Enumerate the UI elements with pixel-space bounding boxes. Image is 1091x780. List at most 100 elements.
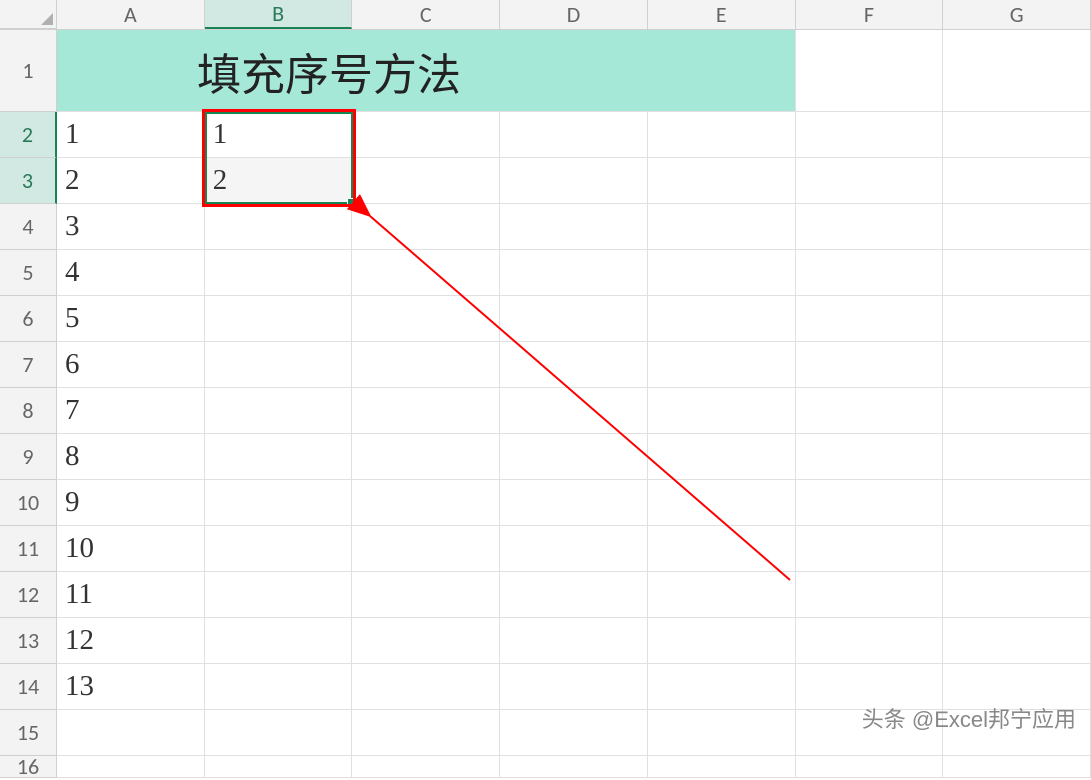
cell-g9[interactable] (943, 434, 1091, 480)
cell-d2[interactable] (500, 112, 648, 158)
cell-b9[interactable] (205, 434, 353, 480)
col-header-a[interactable]: A (57, 0, 205, 29)
cell-b13[interactable] (205, 618, 353, 664)
cell-f10[interactable] (796, 480, 944, 526)
cell-e9[interactable] (648, 434, 796, 480)
cell-e8[interactable] (648, 388, 796, 434)
row-header-5[interactable]: 5 (0, 250, 57, 296)
col-header-b[interactable]: B (205, 0, 353, 29)
cell-a6[interactable]: 5 (57, 296, 205, 342)
cell-g13[interactable] (943, 618, 1091, 664)
cell-f9[interactable] (796, 434, 944, 480)
col-header-g[interactable]: G (943, 0, 1091, 29)
cell-d16[interactable] (500, 756, 648, 778)
cell-f5[interactable] (796, 250, 944, 296)
cell-g10[interactable] (943, 480, 1091, 526)
cell-e12[interactable] (648, 572, 796, 618)
cell-d4[interactable] (500, 204, 648, 250)
cell-g4[interactable] (943, 204, 1091, 250)
cell-e6[interactable] (648, 296, 796, 342)
cell-f3[interactable] (796, 158, 944, 204)
cell-b6[interactable] (205, 296, 353, 342)
cell-f2[interactable] (796, 112, 944, 158)
cell-c16[interactable] (352, 756, 500, 778)
cell-d8[interactable] (500, 388, 648, 434)
cell-c5[interactable] (352, 250, 500, 296)
col-header-d[interactable]: D (500, 0, 648, 29)
cell-c13[interactable] (352, 618, 500, 664)
col-header-f[interactable]: F (796, 0, 944, 29)
cell-a9[interactable]: 8 (57, 434, 205, 480)
cell-a10[interactable]: 9 (57, 480, 205, 526)
cell-a1-merged[interactable]: 填充序号方法 (57, 30, 796, 112)
cell-g7[interactable] (943, 342, 1091, 388)
cell-d11[interactable] (500, 526, 648, 572)
cell-d12[interactable] (500, 572, 648, 618)
cell-a12[interactable]: 11 (57, 572, 205, 618)
cell-c10[interactable] (352, 480, 500, 526)
cell-b11[interactable] (205, 526, 353, 572)
cell-f1[interactable] (796, 30, 944, 112)
row-header-13[interactable]: 13 (0, 618, 57, 664)
cell-d10[interactable] (500, 480, 648, 526)
cell-g5[interactable] (943, 250, 1091, 296)
row-header-16[interactable]: 16 (0, 756, 57, 778)
cell-f7[interactable] (796, 342, 944, 388)
row-header-12[interactable]: 12 (0, 572, 57, 618)
cell-e16[interactable] (648, 756, 796, 778)
cell-a4[interactable]: 3 (57, 204, 205, 250)
cell-b12[interactable] (205, 572, 353, 618)
cell-g11[interactable] (943, 526, 1091, 572)
cell-b2[interactable]: 1 (205, 112, 353, 158)
cell-b15[interactable] (205, 710, 353, 756)
cell-f11[interactable] (796, 526, 944, 572)
cell-a11[interactable]: 10 (57, 526, 205, 572)
row-header-7[interactable]: 7 (0, 342, 57, 388)
cell-e11[interactable] (648, 526, 796, 572)
cell-a14[interactable]: 13 (57, 664, 205, 710)
cell-g3[interactable] (943, 158, 1091, 204)
cell-b3[interactable]: 2 (205, 158, 353, 204)
cell-c14[interactable] (352, 664, 500, 710)
cell-d3[interactable] (500, 158, 648, 204)
col-header-c[interactable]: C (352, 0, 500, 29)
cell-d7[interactable] (500, 342, 648, 388)
cell-c8[interactable] (352, 388, 500, 434)
cell-a7[interactable]: 6 (57, 342, 205, 388)
cell-f16[interactable] (796, 756, 944, 778)
cell-b4[interactable] (205, 204, 353, 250)
cell-d5[interactable] (500, 250, 648, 296)
cell-c7[interactable] (352, 342, 500, 388)
cell-c2[interactable] (352, 112, 500, 158)
cell-e7[interactable] (648, 342, 796, 388)
cell-e14[interactable] (648, 664, 796, 710)
col-header-e[interactable]: E (648, 0, 796, 29)
cell-a2[interactable]: 1 (57, 112, 205, 158)
cell-c15[interactable] (352, 710, 500, 756)
row-header-9[interactable]: 9 (0, 434, 57, 480)
cell-c12[interactable] (352, 572, 500, 618)
row-header-4[interactable]: 4 (0, 204, 57, 250)
cell-b10[interactable] (205, 480, 353, 526)
row-header-6[interactable]: 6 (0, 296, 57, 342)
cell-a15[interactable] (57, 710, 205, 756)
cell-f6[interactable] (796, 296, 944, 342)
cell-b16[interactable] (205, 756, 353, 778)
row-header-15[interactable]: 15 (0, 710, 57, 756)
cell-e5[interactable] (648, 250, 796, 296)
cell-b14[interactable] (205, 664, 353, 710)
cell-f12[interactable] (796, 572, 944, 618)
cell-d6[interactable] (500, 296, 648, 342)
cell-g1[interactable] (943, 30, 1091, 112)
row-header-3[interactable]: 3 (0, 158, 57, 204)
cell-c6[interactable] (352, 296, 500, 342)
cell-g12[interactable] (943, 572, 1091, 618)
cell-d15[interactable] (500, 710, 648, 756)
cell-a5[interactable]: 4 (57, 250, 205, 296)
cell-g8[interactable] (943, 388, 1091, 434)
row-header-2[interactable]: 2 (0, 112, 57, 158)
cell-g16[interactable] (943, 756, 1091, 778)
cell-a16[interactable] (57, 756, 205, 778)
cell-g2[interactable] (943, 112, 1091, 158)
cell-e10[interactable] (648, 480, 796, 526)
